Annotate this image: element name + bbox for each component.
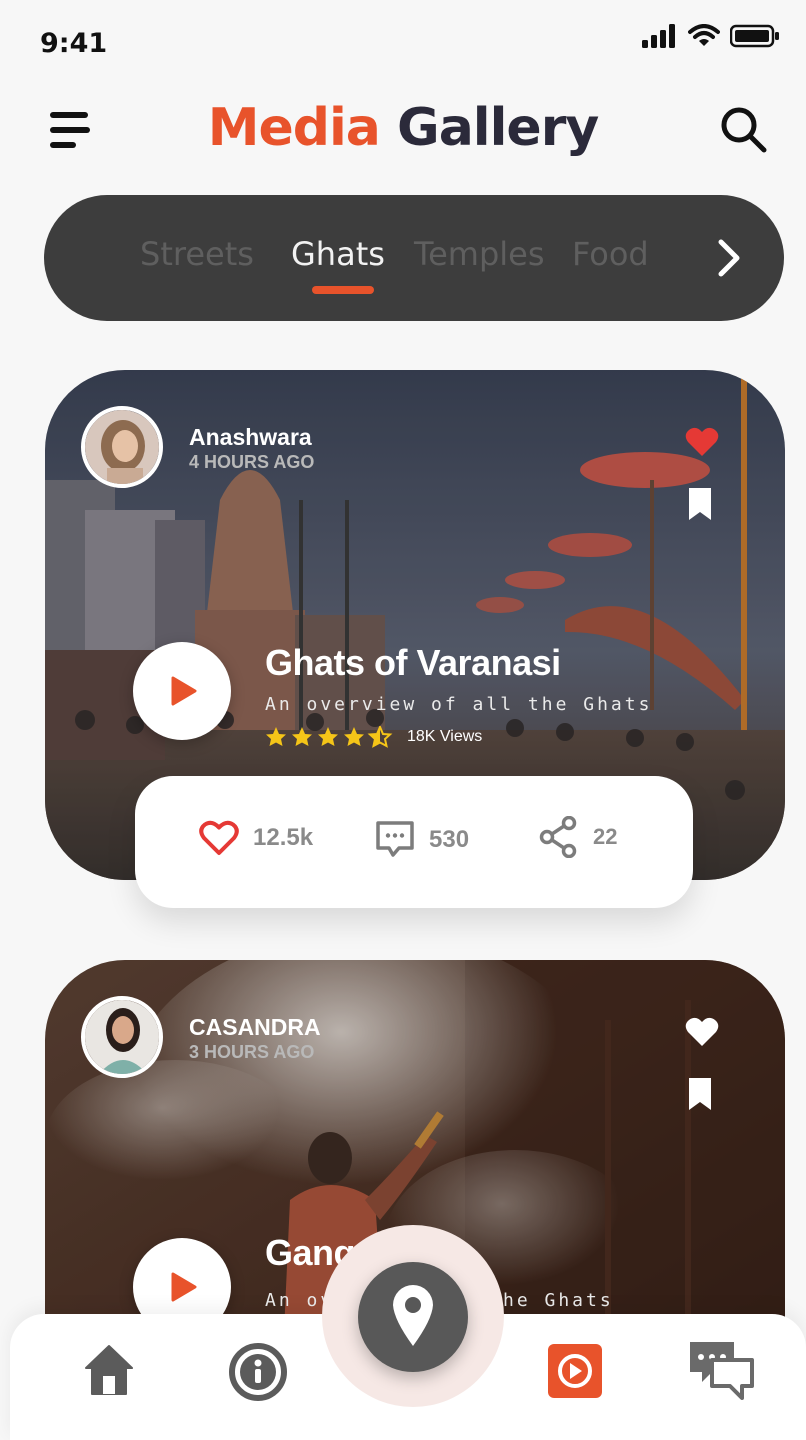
home-icon bbox=[85, 1345, 133, 1395]
rating: 18K Views bbox=[265, 726, 482, 748]
heart-outline-icon bbox=[199, 820, 239, 855]
avatar[interactable] bbox=[81, 406, 163, 488]
view-count: 18K Views bbox=[407, 728, 483, 745]
status-bar: 9:41 bbox=[0, 0, 806, 90]
comment-icon bbox=[376, 821, 414, 857]
app-title: Media Gallery bbox=[0, 98, 806, 158]
tab-ghats[interactable]: Ghats bbox=[291, 235, 385, 273]
avatar[interactable] bbox=[81, 996, 163, 1078]
share-stat[interactable]: 22 bbox=[539, 816, 617, 858]
author-name[interactable]: Anashwara bbox=[189, 424, 312, 451]
heart-icon bbox=[685, 427, 719, 456]
location-button[interactable] bbox=[358, 1262, 468, 1372]
like-count: 12.5k bbox=[253, 824, 314, 851]
app-title-part2: Gallery bbox=[397, 98, 599, 158]
nav-videos[interactable] bbox=[548, 1344, 602, 1403]
bookmark-toggle[interactable] bbox=[689, 488, 711, 520]
like-toggle[interactable] bbox=[685, 426, 719, 458]
tab-streets[interactable]: Streets bbox=[140, 235, 254, 273]
nav-home[interactable] bbox=[84, 1344, 134, 1401]
battery-icon bbox=[730, 24, 779, 48]
share-count: 22 bbox=[593, 824, 618, 849]
star-rating-icon bbox=[266, 726, 393, 748]
video-subtitle: An overview of all the Ghats bbox=[265, 694, 653, 715]
chevron-right-icon bbox=[718, 239, 740, 277]
wifi-icon bbox=[688, 24, 720, 46]
category-tabs: Streets Ghats Temples Food bbox=[44, 195, 784, 321]
nav-chat[interactable] bbox=[688, 1340, 756, 1407]
video-icon bbox=[548, 1344, 602, 1398]
app-title-part1: Media bbox=[207, 98, 381, 158]
video-subtitle-tail: he Ghats bbox=[503, 1290, 614, 1311]
post-time: 4 HOURS AGO bbox=[189, 452, 315, 472]
info-icon bbox=[229, 1343, 287, 1401]
tabs-next-button[interactable] bbox=[706, 236, 750, 280]
post-stats-bar: 12.5k 530 22 bbox=[135, 776, 693, 908]
signal-icon bbox=[642, 24, 675, 48]
search-button[interactable] bbox=[718, 104, 770, 156]
search-icon bbox=[721, 107, 767, 153]
author-name[interactable]: CASANDRA bbox=[189, 1014, 321, 1041]
status-icons bbox=[642, 24, 780, 48]
heart-icon bbox=[685, 1017, 719, 1046]
like-toggle[interactable] bbox=[685, 1016, 719, 1048]
app-header: Media Gallery bbox=[0, 90, 806, 180]
video-title[interactable]: Ghats of Varanasi bbox=[265, 642, 561, 684]
tab-temples[interactable]: Temples bbox=[414, 235, 545, 273]
share-icon bbox=[539, 816, 577, 858]
location-pin-icon bbox=[393, 1285, 433, 1346]
comment-stat[interactable]: 530 bbox=[375, 820, 469, 860]
bookmark-icon bbox=[689, 488, 711, 520]
chat-icon bbox=[690, 1342, 754, 1400]
bookmark-icon bbox=[689, 1078, 711, 1110]
active-tab-indicator bbox=[312, 286, 374, 294]
tab-food[interactable]: Food bbox=[572, 235, 649, 273]
play-icon bbox=[171, 1272, 197, 1302]
author-photo bbox=[85, 410, 159, 484]
status-time: 9:41 bbox=[40, 28, 108, 59]
bookmark-toggle[interactable] bbox=[689, 1078, 711, 1110]
play-icon bbox=[171, 676, 197, 706]
comment-count: 530 bbox=[429, 826, 470, 853]
play-button[interactable] bbox=[133, 642, 231, 740]
author-photo bbox=[85, 1000, 159, 1074]
like-stat[interactable]: 12.5k bbox=[199, 820, 313, 856]
post-time: 3 HOURS AGO bbox=[189, 1042, 315, 1062]
nav-info[interactable] bbox=[228, 1342, 288, 1407]
